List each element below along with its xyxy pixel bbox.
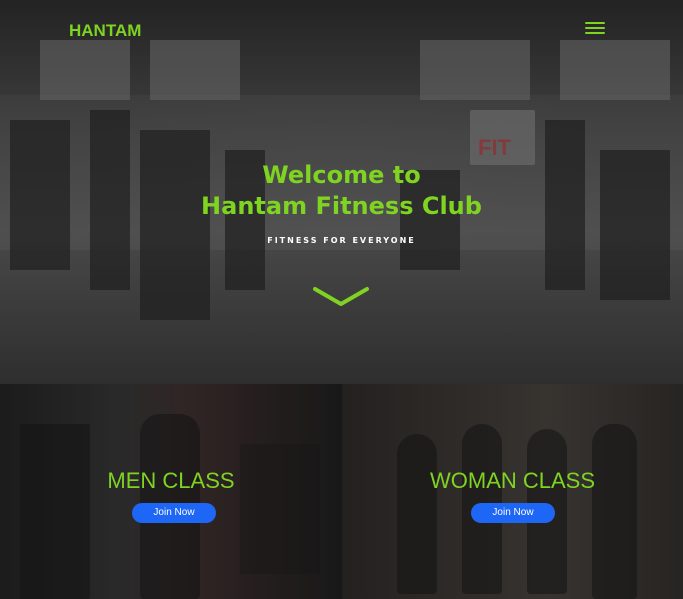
hero-title: Welcome to Hantam Fitness Club <box>0 160 683 222</box>
men-class-panel: MEN CLASS Join Now <box>0 384 342 599</box>
woman-class-title: WOMAN CLASS <box>429 468 596 493</box>
woman-join-button[interactable]: Join Now <box>471 503 555 523</box>
men-class-title: MEN CLASS <box>107 468 235 493</box>
hero-title-line2: Hantam Fitness Club <box>201 192 482 220</box>
hero-title-line1: Welcome to <box>262 161 421 189</box>
menu-bar <box>585 22 605 24</box>
hero-section: FIT HANTAM Welcome to Hantam Fitness Clu… <box>0 0 683 384</box>
hero-tagline: FITNESS FOR EVERYONE <box>267 236 416 245</box>
hamburger-menu-icon[interactable] <box>585 22 605 36</box>
menu-bar <box>585 27 605 29</box>
men-join-button[interactable]: Join Now <box>132 503 216 523</box>
chevron-down-icon[interactable] <box>312 285 370 309</box>
site-logo[interactable]: HANTAM <box>69 21 141 41</box>
woman-class-panel: WOMAN CLASS Join Now <box>342 384 683 599</box>
menu-bar <box>585 32 605 34</box>
